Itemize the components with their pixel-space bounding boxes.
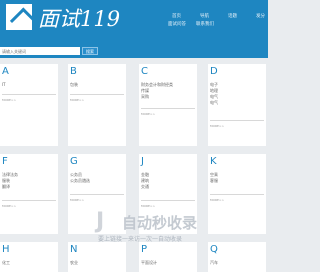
category-link[interactable]: 化工 xyxy=(2,260,10,266)
search-input[interactable] xyxy=(0,47,80,55)
category-letter: J xyxy=(141,156,144,167)
category-card-b: B 包装 MORE>> xyxy=(68,64,126,146)
category-link[interactable]: 平面设计 xyxy=(141,260,157,266)
category-letter: B xyxy=(70,66,77,77)
site-brand[interactable]: 面试119 xyxy=(38,6,120,32)
card-divider xyxy=(2,94,56,95)
category-card-j: J 金融 建筑 交通 MORE>> xyxy=(139,154,197,234)
more-link[interactable]: MORE>> xyxy=(141,112,155,116)
category-letter: H xyxy=(2,244,10,255)
card-divider xyxy=(210,120,264,121)
category-letter: D xyxy=(210,66,218,77)
category-card-f: F 法律法务 服装 翻译 MORE>> xyxy=(0,154,58,234)
category-link[interactable]: 采购 xyxy=(141,94,173,100)
category-link[interactable]: 翻译 xyxy=(2,184,18,190)
category-link[interactable]: 公务员遴选 xyxy=(70,178,90,184)
more-link[interactable]: MORE>> xyxy=(210,124,224,128)
nav-link-home[interactable]: 首页 xyxy=(172,14,181,20)
more-link[interactable]: MORE>> xyxy=(210,198,224,202)
category-letter: N xyxy=(70,244,78,255)
search-button[interactable]: 搜索 xyxy=(82,47,98,55)
more-link[interactable]: MORE>> xyxy=(141,204,155,208)
nav-link-post[interactable]: 发分 xyxy=(256,14,265,20)
nav-link-qa[interactable]: 面试问答 xyxy=(168,22,186,28)
nav-link-contact[interactable]: 联系我们 xyxy=(196,22,214,28)
more-link[interactable]: MORE>> xyxy=(70,198,84,202)
category-card-d: D 电子 地理 电气 电气 MORE>> xyxy=(208,64,266,146)
more-link[interactable]: MORE>> xyxy=(2,98,16,102)
category-link[interactable]: 交通 xyxy=(141,184,149,190)
category-card-q: Q 汽车 xyxy=(208,242,266,272)
category-card-n: N 农业 xyxy=(68,242,126,272)
more-link[interactable]: MORE>> xyxy=(70,98,84,102)
category-letter: G xyxy=(70,156,78,167)
card-divider xyxy=(2,200,56,201)
category-card-a: A IT MORE>> xyxy=(0,64,58,146)
category-link[interactable]: 电气 xyxy=(210,100,218,106)
category-letter: F xyxy=(2,156,8,167)
site-logo-icon[interactable] xyxy=(6,4,32,30)
category-card-h: H 化工 xyxy=(0,242,58,272)
category-card-c: C 财务会计和财经类 传媒 采购 MORE>> xyxy=(139,64,197,146)
nav-link-topics[interactable]: 话题 xyxy=(228,14,237,20)
category-letter: A xyxy=(2,66,9,77)
category-card-g: G 公务员 公务员遴选 MORE>> xyxy=(68,154,126,234)
category-link[interactable]: 农业 xyxy=(70,260,78,266)
category-letter: P xyxy=(141,244,148,255)
category-link[interactable]: 包装 xyxy=(70,82,78,88)
card-divider xyxy=(141,200,195,201)
category-letter: K xyxy=(210,156,217,167)
category-link[interactable]: 汽车 xyxy=(210,260,218,266)
category-card-k: K 空乘 客服 MORE>> xyxy=(208,154,266,234)
more-link[interactable]: MORE>> xyxy=(2,204,16,208)
category-card-p: P 平面设计 xyxy=(139,242,197,272)
card-divider xyxy=(70,194,124,195)
card-divider xyxy=(210,194,264,195)
category-letter: C xyxy=(141,66,148,77)
category-link[interactable]: 客服 xyxy=(210,178,218,184)
card-divider xyxy=(141,108,195,109)
nav-link-guide[interactable]: 导航 xyxy=(200,14,209,20)
card-divider xyxy=(70,94,124,95)
category-letter: Q xyxy=(210,244,218,255)
category-link[interactable]: IT xyxy=(2,82,6,88)
